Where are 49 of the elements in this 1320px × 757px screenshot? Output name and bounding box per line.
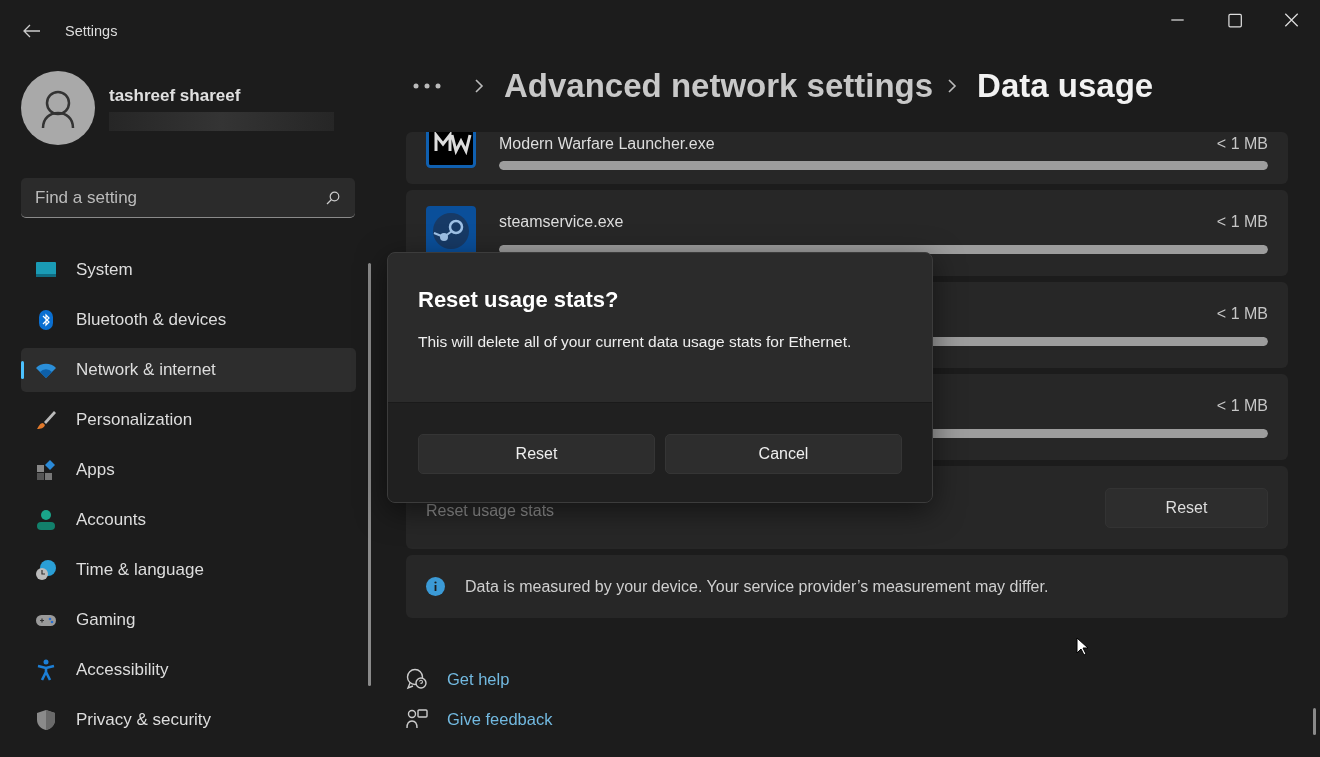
back-arrow-icon[interactable] xyxy=(23,24,41,38)
globe-clock-icon xyxy=(35,559,57,581)
sidebar-item[interactable]: Personalization xyxy=(21,398,356,442)
avatar-icon[interactable] xyxy=(21,71,95,145)
info-icon xyxy=(426,577,445,596)
sidebar-item[interactable]: Time & language xyxy=(21,548,356,592)
mouse-cursor-icon xyxy=(1076,637,1088,656)
sidebar-item[interactable]: Privacy & security xyxy=(21,698,356,742)
sidebar-item[interactable]: Network & internet xyxy=(21,348,356,392)
breadcrumb-link[interactable]: Advanced network settings xyxy=(504,67,934,105)
window-title: Settings xyxy=(65,23,118,39)
app-name: Modern Warfare Launcher.exe xyxy=(499,135,715,153)
usage-amount: < 1 MB xyxy=(1216,135,1268,153)
sidebar-item[interactable]: Bluetooth & devices xyxy=(21,298,356,342)
sidebar-item[interactable]: Accounts xyxy=(21,498,356,542)
reset-label: Reset usage stats xyxy=(426,501,555,520)
page-title: Data usage xyxy=(977,67,1154,105)
chevron-icon xyxy=(474,78,484,94)
sidebar-item[interactable]: Apps xyxy=(21,448,356,492)
scrollbar[interactable] xyxy=(368,263,371,686)
scrollbar[interactable] xyxy=(1313,708,1316,735)
person-icon xyxy=(35,509,57,531)
accessibility-icon xyxy=(35,659,57,681)
more-icon[interactable] xyxy=(412,82,442,90)
help-chat-icon xyxy=(406,668,428,690)
search-field[interactable]: Find a setting xyxy=(21,178,355,218)
dialog-message: This will delete all of your current data usage stats for Ethernet. xyxy=(418,333,852,351)
app-name: steamservice.exe xyxy=(499,212,624,231)
app-icon xyxy=(426,132,476,168)
dialog-button[interactable]: Cancel xyxy=(665,434,902,474)
info-text: Data is measured by your device. Your service provider’s measurement may differ. xyxy=(465,577,1049,596)
shield-icon xyxy=(35,709,57,731)
chevron-icon xyxy=(947,78,958,94)
sidebar-item[interactable]: System xyxy=(21,248,356,292)
usage-amount: < 1 MB xyxy=(1216,396,1268,415)
search-icon xyxy=(326,191,340,205)
feedback-icon xyxy=(406,708,428,730)
usage-amount: < 1 MB xyxy=(1216,212,1268,231)
dialog-button[interactable]: Reset xyxy=(418,434,655,474)
sidebar-item[interactable]: Gaming xyxy=(21,598,356,642)
user-name: tashreef shareef xyxy=(109,85,242,106)
usage-amount: < 1 MB xyxy=(1216,304,1268,323)
reset-button[interactable]: Reset xyxy=(1105,487,1268,528)
brush-icon xyxy=(35,409,57,431)
apps-icon xyxy=(35,459,57,481)
help-link[interactable]: Get help xyxy=(447,669,510,689)
sidebar-item[interactable]: Accessibility xyxy=(21,648,356,692)
dialog-title: Reset usage stats? xyxy=(418,287,619,313)
help-link[interactable]: Give feedback xyxy=(447,709,553,729)
